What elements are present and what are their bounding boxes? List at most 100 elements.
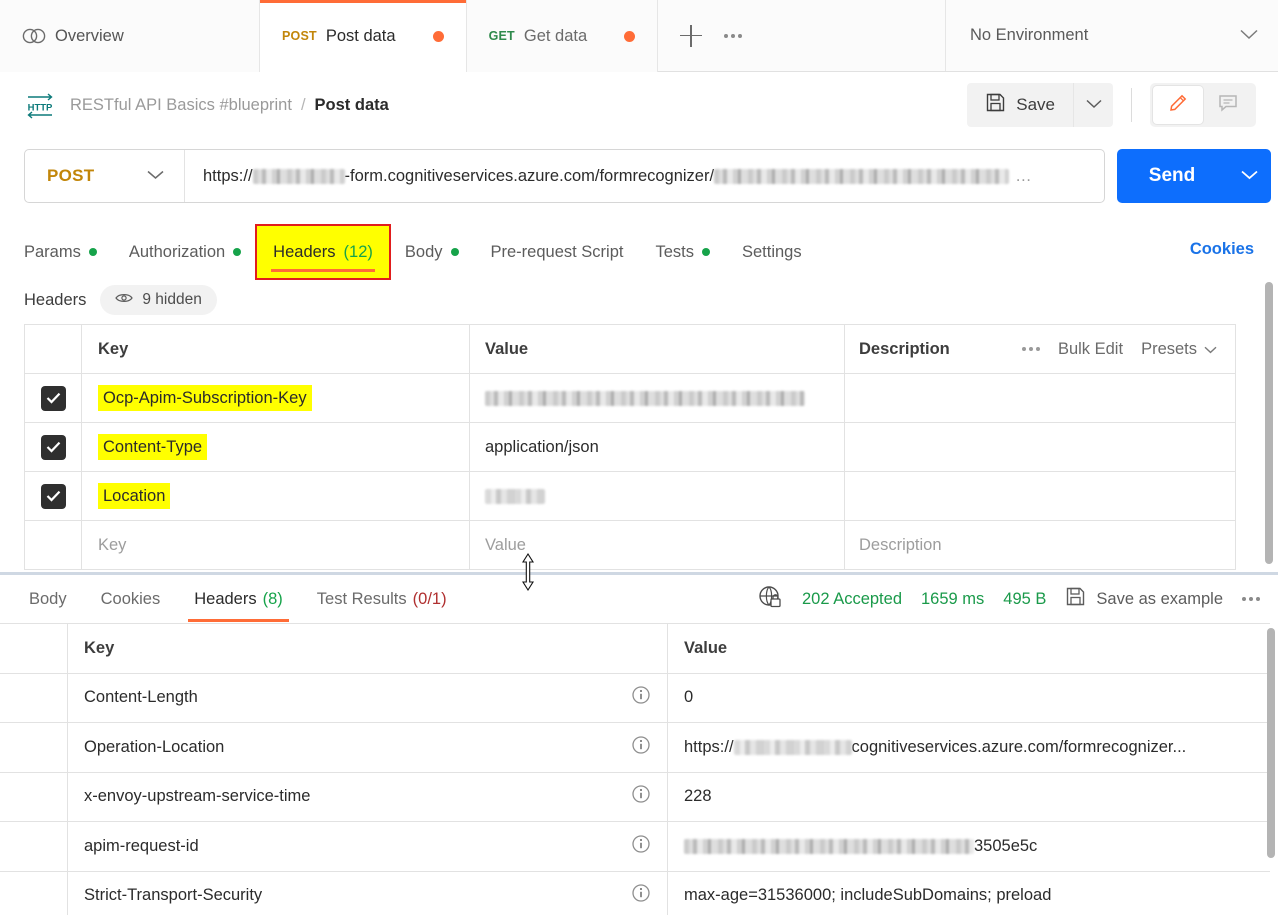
table-row[interactable]: Ocp-Apim-Subscription-Key bbox=[25, 374, 1235, 423]
params-modified-dot bbox=[88, 248, 97, 256]
tab-name-label: Post data bbox=[325, 26, 396, 45]
row-key-cell[interactable]: Content-Type bbox=[82, 423, 470, 471]
comments-button[interactable] bbox=[1203, 86, 1253, 124]
tab-params-label: Params bbox=[24, 242, 81, 261]
save-options-button[interactable] bbox=[1073, 83, 1113, 127]
row-description-cell[interactable] bbox=[845, 374, 1235, 422]
bulk-edit-button[interactable]: Bulk Edit bbox=[1058, 340, 1123, 359]
response-row-value-label: 0 bbox=[684, 688, 694, 707]
new-tab-button[interactable] bbox=[670, 15, 712, 57]
info-icon[interactable] bbox=[631, 784, 651, 809]
row-checkbox[interactable] bbox=[40, 434, 66, 460]
info-icon[interactable] bbox=[631, 883, 651, 908]
save-as-example-button[interactable]: Save as example bbox=[1065, 586, 1223, 612]
right-panel-toggle-group bbox=[1150, 83, 1256, 127]
tests-modified-dot bbox=[701, 248, 710, 256]
request-pane-scrollbar[interactable] bbox=[1265, 282, 1273, 564]
globe-lock-icon[interactable] bbox=[757, 584, 783, 615]
tab-tests[interactable]: Tests bbox=[639, 226, 726, 278]
response-row-key-cell: apim-request-id bbox=[68, 822, 668, 871]
row-value-cell[interactable]: application/json bbox=[470, 423, 845, 471]
table-more-options-icon[interactable] bbox=[1021, 347, 1040, 351]
response-headers-table: Key Value Content-Length 0 Operation-Loc… bbox=[0, 623, 1270, 915]
tab-get-data[interactable]: GET Get data bbox=[466, 0, 659, 72]
row-value-cell[interactable] bbox=[470, 374, 845, 422]
info-icon[interactable] bbox=[631, 735, 651, 760]
row-key-cell[interactable]: Location bbox=[82, 472, 470, 520]
authorization-modified-dot bbox=[233, 248, 242, 256]
tab-overview-label: Overview bbox=[55, 26, 124, 45]
row-key-label: Ocp-Apim-Subscription-Key bbox=[98, 384, 312, 412]
new-value-input[interactable]: Value bbox=[470, 521, 845, 569]
tab-params[interactable]: Params bbox=[24, 226, 113, 278]
row-description-cell[interactable] bbox=[845, 423, 1235, 471]
row-key-cell[interactable]: Ocp-Apim-Subscription-Key bbox=[82, 374, 470, 422]
response-row-gutter bbox=[0, 772, 68, 821]
cookies-link[interactable]: Cookies bbox=[1190, 240, 1254, 259]
response-tab-cookies[interactable]: Cookies bbox=[84, 576, 178, 622]
tab-body[interactable]: Body bbox=[389, 226, 475, 278]
tab-settings[interactable]: Settings bbox=[726, 226, 818, 278]
tab-post-data[interactable]: POST Post data bbox=[260, 0, 467, 72]
response-row-key-label: apim-request-id bbox=[84, 836, 199, 855]
response-tab-body[interactable]: Body bbox=[12, 576, 84, 622]
edit-request-button[interactable] bbox=[1153, 86, 1203, 124]
environment-selector[interactable]: No Environment bbox=[946, 0, 1278, 71]
request-pane-scrollbar-thumb[interactable] bbox=[1265, 282, 1273, 564]
floppy-save-icon bbox=[1065, 586, 1086, 612]
http-method-label: POST bbox=[47, 166, 95, 185]
response-row-key-cell: Content-Length bbox=[68, 673, 668, 722]
row-description-cell[interactable] bbox=[845, 472, 1235, 520]
unsaved-indicator-dot bbox=[432, 30, 444, 42]
pencil-icon bbox=[1167, 92, 1189, 119]
response-row-value-cell: 228 bbox=[668, 773, 1270, 822]
response-pane-scrollbar[interactable] bbox=[1267, 628, 1275, 913]
hidden-headers-toggle[interactable]: 9 hidden bbox=[100, 285, 217, 315]
tab-bar-actions bbox=[658, 0, 946, 71]
response-row-value-cell: max-age=31536000; includeSubDomains; pre… bbox=[668, 872, 1270, 915]
row-checkbox-cell bbox=[25, 521, 82, 569]
save-button[interactable]: Save bbox=[967, 83, 1073, 127]
tab-overview[interactable]: Overview bbox=[0, 0, 260, 72]
breadcrumb-collection[interactable]: RESTful API Basics #blueprint bbox=[70, 96, 292, 115]
table-row[interactable]: Location bbox=[25, 472, 1235, 521]
row-checkbox-cell bbox=[25, 374, 82, 422]
response-tab-headers[interactable]: Headers (8) bbox=[177, 576, 300, 622]
new-description-input[interactable]: Description bbox=[845, 521, 1235, 569]
response-row-value-label: 228 bbox=[684, 787, 712, 806]
row-checkbox[interactable] bbox=[40, 483, 66, 509]
tab-more-options-button[interactable] bbox=[712, 15, 754, 57]
response-row-key-label: Content-Length bbox=[84, 688, 198, 707]
presets-dropdown[interactable]: Presets bbox=[1141, 340, 1217, 359]
response-more-options-icon[interactable] bbox=[1242, 597, 1260, 601]
tab-pre-request-script[interactable]: Pre-request Script bbox=[475, 226, 640, 278]
response-pane-scrollbar-thumb[interactable] bbox=[1267, 628, 1275, 858]
url-input[interactable]: https:// -form.cognitiveservices.azure.co… bbox=[185, 150, 1104, 202]
breadcrumb-current-request: Post data bbox=[314, 95, 389, 114]
response-row-gutter bbox=[0, 871, 68, 915]
table-row[interactable]: Content-Type application/json bbox=[25, 423, 1235, 472]
response-tab-cookies-label: Cookies bbox=[100, 589, 161, 608]
info-icon[interactable] bbox=[631, 834, 651, 859]
presets-label: Presets bbox=[1141, 339, 1197, 358]
response-row-key-label: Strict-Transport-Security bbox=[84, 886, 263, 905]
send-options-button[interactable] bbox=[1227, 149, 1271, 203]
info-icon[interactable] bbox=[631, 685, 651, 710]
new-value-placeholder: Value bbox=[485, 535, 526, 554]
response-tab-test-results[interactable]: Test Results (0/1) bbox=[300, 576, 464, 622]
send-button[interactable]: Send bbox=[1117, 149, 1227, 203]
response-tab-headers-count: (8) bbox=[262, 589, 283, 608]
tab-method-label: GET bbox=[488, 29, 515, 43]
hidden-headers-label: 9 hidden bbox=[142, 291, 202, 308]
response-row-value-label: max-age=31536000; includeSubDomains; pre… bbox=[684, 886, 1052, 905]
response-column-header-key-label: Key bbox=[84, 638, 115, 657]
row-checkbox[interactable] bbox=[40, 385, 66, 411]
tab-authorization[interactable]: Authorization bbox=[113, 226, 257, 278]
row-value-cell[interactable] bbox=[470, 472, 845, 520]
response-tab-body-label: Body bbox=[29, 589, 67, 608]
new-key-input[interactable]: Key bbox=[82, 521, 470, 569]
chevron-down-icon bbox=[1085, 96, 1102, 114]
http-method-selector[interactable]: POST bbox=[25, 150, 185, 202]
tab-headers[interactable]: Headers (12) bbox=[255, 224, 391, 280]
table-row-empty[interactable]: Key Value Description bbox=[25, 521, 1235, 570]
